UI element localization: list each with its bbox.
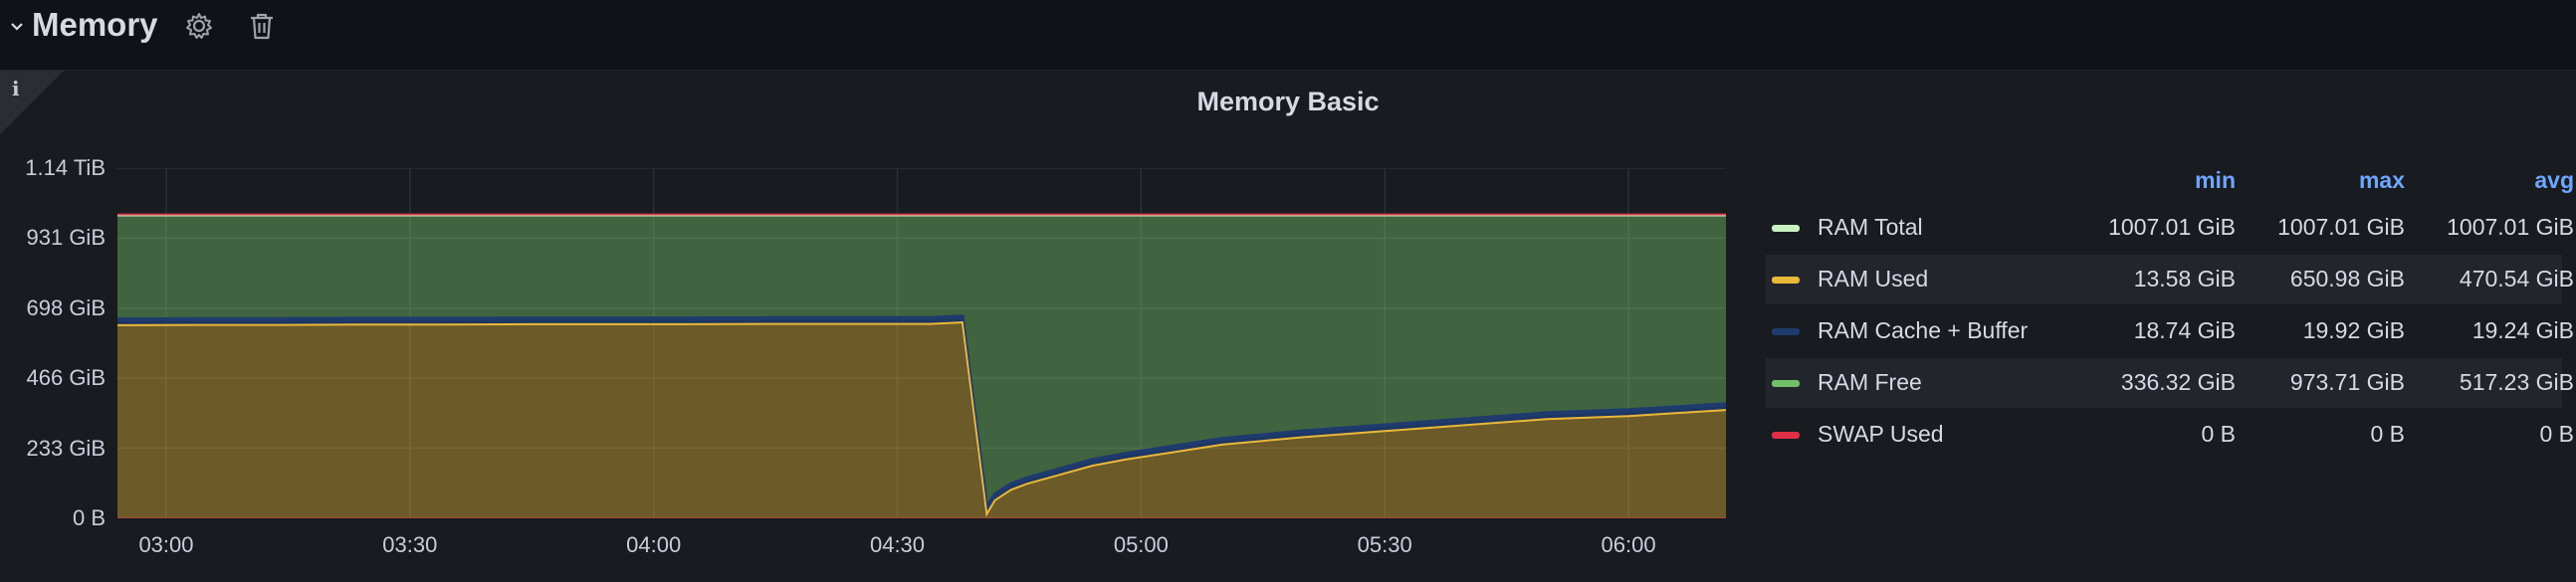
y-tick-label: 466 GiB [26,365,107,391]
legend-swatch [1772,432,1800,439]
legend-avg-value: 470.54 GiB [2459,266,2574,291]
chevron-down-icon[interactable] [6,16,28,38]
legend-row[interactable]: RAM Cache + Buffer 18.74 GiB 19.92 GiB 19.2… [1766,306,2574,356]
legend-row[interactable]: RAM Free 336.32 GiB 973.71 GiB 517.23 GiB [1766,358,2574,408]
x-tick-label: 06:00 [1601,532,1656,557]
legend-max-value: 1007.01 GiB [2277,214,2405,240]
panel-title[interactable]: Memory Basic [0,87,2576,117]
x-tick-label: 03:00 [138,532,194,557]
legend-min-value: 18.74 GiB [2133,317,2236,343]
legend-row[interactable]: SWAP Used 0 B 0 B 0 B [1766,410,2574,460]
x-tick-label: 04:30 [869,532,926,557]
x-tick-label: 05:30 [1357,532,1412,557]
legend-row[interactable]: RAM Used 13.58 GiB 650.98 GiB 470.54 GiB [1766,255,2574,304]
y-tick-label: 233 GiB [26,435,107,461]
row-header: Memory [0,0,2576,66]
legend-header-min[interactable]: min [2086,167,2236,194]
legend-min-value: 1007.01 GiB [2108,214,2236,240]
legend-avg-value: 0 B [2539,421,2574,447]
legend-swatch [1772,277,1800,284]
legend-max-value: 19.92 GiB [2302,317,2405,343]
x-tick-label: 05:00 [1113,532,1169,557]
row-title[interactable]: Memory [32,6,158,44]
trash-icon[interactable] [247,10,277,42]
y-tick-label: 698 GiB [26,294,107,320]
legend-row[interactable]: RAM Total 1007.01 GiB 1007.01 GiB 1007.01 G… [1766,203,2574,253]
legend-min-value: 336.32 GiB [2120,369,2236,395]
legend-series-name: RAM Used [1818,266,1929,291]
memory-basic-panel: i Memory Basic 0 B 233 GiB 466 GiB 698 GiB 9… [0,70,2576,582]
legend-min-value: 0 B [2201,421,2236,447]
y-tick-label: 1.14 TiB [25,155,106,180]
y-tick-label: 0 B [72,505,106,530]
legend-series-name: RAM Free [1818,369,1922,395]
legend-swatch [1772,380,1800,387]
legend-min-value: 13.58 GiB [2133,266,2236,291]
legend-avg-value: 19.24 GiB [2471,317,2574,343]
legend-swatch [1772,328,1800,335]
legend-avg-value: 517.23 GiB [2459,369,2574,395]
x-tick-label: 03:30 [382,532,438,557]
legend-swatch [1772,225,1800,232]
legend-series-name: SWAP Used [1818,421,1944,447]
legend-max-value: 0 B [2370,421,2405,447]
legend-header-avg[interactable]: avg [2425,167,2574,194]
memory-chart[interactable] [117,168,1726,518]
legend-header-max[interactable]: max [2255,167,2405,194]
legend-max-value: 973.71 GiB [2289,369,2405,395]
legend-series-name: RAM Cache + Buffer [1818,317,2029,343]
legend-avg-value: 1007.01 GiB [2447,214,2574,240]
gear-icon[interactable] [183,10,215,42]
y-tick-label: 931 GiB [26,225,107,251]
x-tick-label: 04:00 [626,532,682,557]
legend-max-value: 650.98 GiB [2289,266,2405,291]
legend-series-name: RAM Total [1818,214,1923,240]
